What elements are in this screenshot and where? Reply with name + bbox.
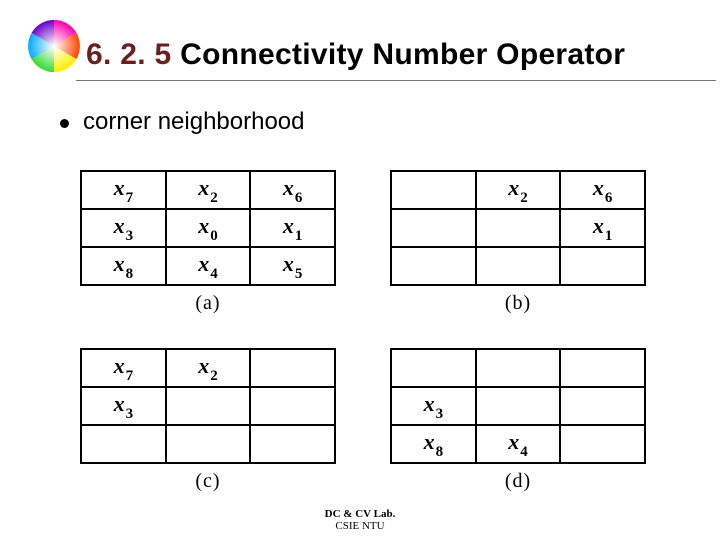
grid-a: x7x2x6 x3x0x1 x8x4x5 (a) [80,170,336,315]
cell [250,387,335,425]
grid-b: x2x6 x1 (b) [390,170,646,315]
cell [476,247,561,285]
cell: x7 [81,349,166,387]
cell: x7 [81,171,166,209]
cell: x6 [250,171,335,209]
cell [391,349,476,387]
footer: DC & CV Lab. CSIE NTU [0,508,720,532]
cell: x5 [250,247,335,285]
cell: x3 [391,387,476,425]
cell: x2 [166,171,251,209]
caption-b: (b) [390,292,646,315]
cell [81,425,166,463]
cell [476,387,561,425]
cell [166,387,251,425]
cell [391,209,476,247]
cell [476,349,561,387]
cell: x4 [166,247,251,285]
cell: x8 [81,247,166,285]
bullet-item: corner neighborhood [60,108,720,136]
cell: x4 [476,425,561,463]
cell [560,247,645,285]
colorwheel-icon [26,18,82,74]
cell [560,387,645,425]
cell [166,425,251,463]
page-title: 6. 2. 5 Connectivity Number Operator [86,38,720,72]
slide-header: 6. 2. 5 Connectivity Number Operator [0,0,720,82]
cell: x3 [81,387,166,425]
table-b: x2x6 x1 [390,170,646,286]
title-text: Connectivity Number Operator [172,38,626,71]
table-d: x3 x8x4 [390,348,646,464]
cell [391,247,476,285]
cell: x0 [166,209,251,247]
cell [560,349,645,387]
cell: x3 [81,209,166,247]
cell [560,425,645,463]
cell: x2 [166,349,251,387]
content-area: corner neighborhood [0,82,720,136]
bullet-icon [60,119,69,128]
table-a: x7x2x6 x3x0x1 x8x4x5 [80,170,336,286]
cell [476,209,561,247]
caption-d: (d) [390,470,646,493]
footer-line1: DC & CV Lab. [0,508,720,520]
footer-line2: CSIE NTU [0,520,720,532]
grid-c: x7x2 x3 (c) [80,348,336,493]
title-divider [76,80,716,82]
cell [250,425,335,463]
cell: x8 [391,425,476,463]
table-c: x7x2 x3 [80,348,336,464]
cell: x6 [560,171,645,209]
cell: x2 [476,171,561,209]
section-number: 6. 2. 5 [86,38,172,71]
cell [391,171,476,209]
bullet-text: corner neighborhood [83,108,305,136]
grid-d: x3 x8x4 (d) [390,348,646,493]
cell [250,349,335,387]
caption-a: (a) [80,292,336,315]
caption-c: (c) [80,470,336,493]
cell: x1 [560,209,645,247]
cell: x1 [250,209,335,247]
